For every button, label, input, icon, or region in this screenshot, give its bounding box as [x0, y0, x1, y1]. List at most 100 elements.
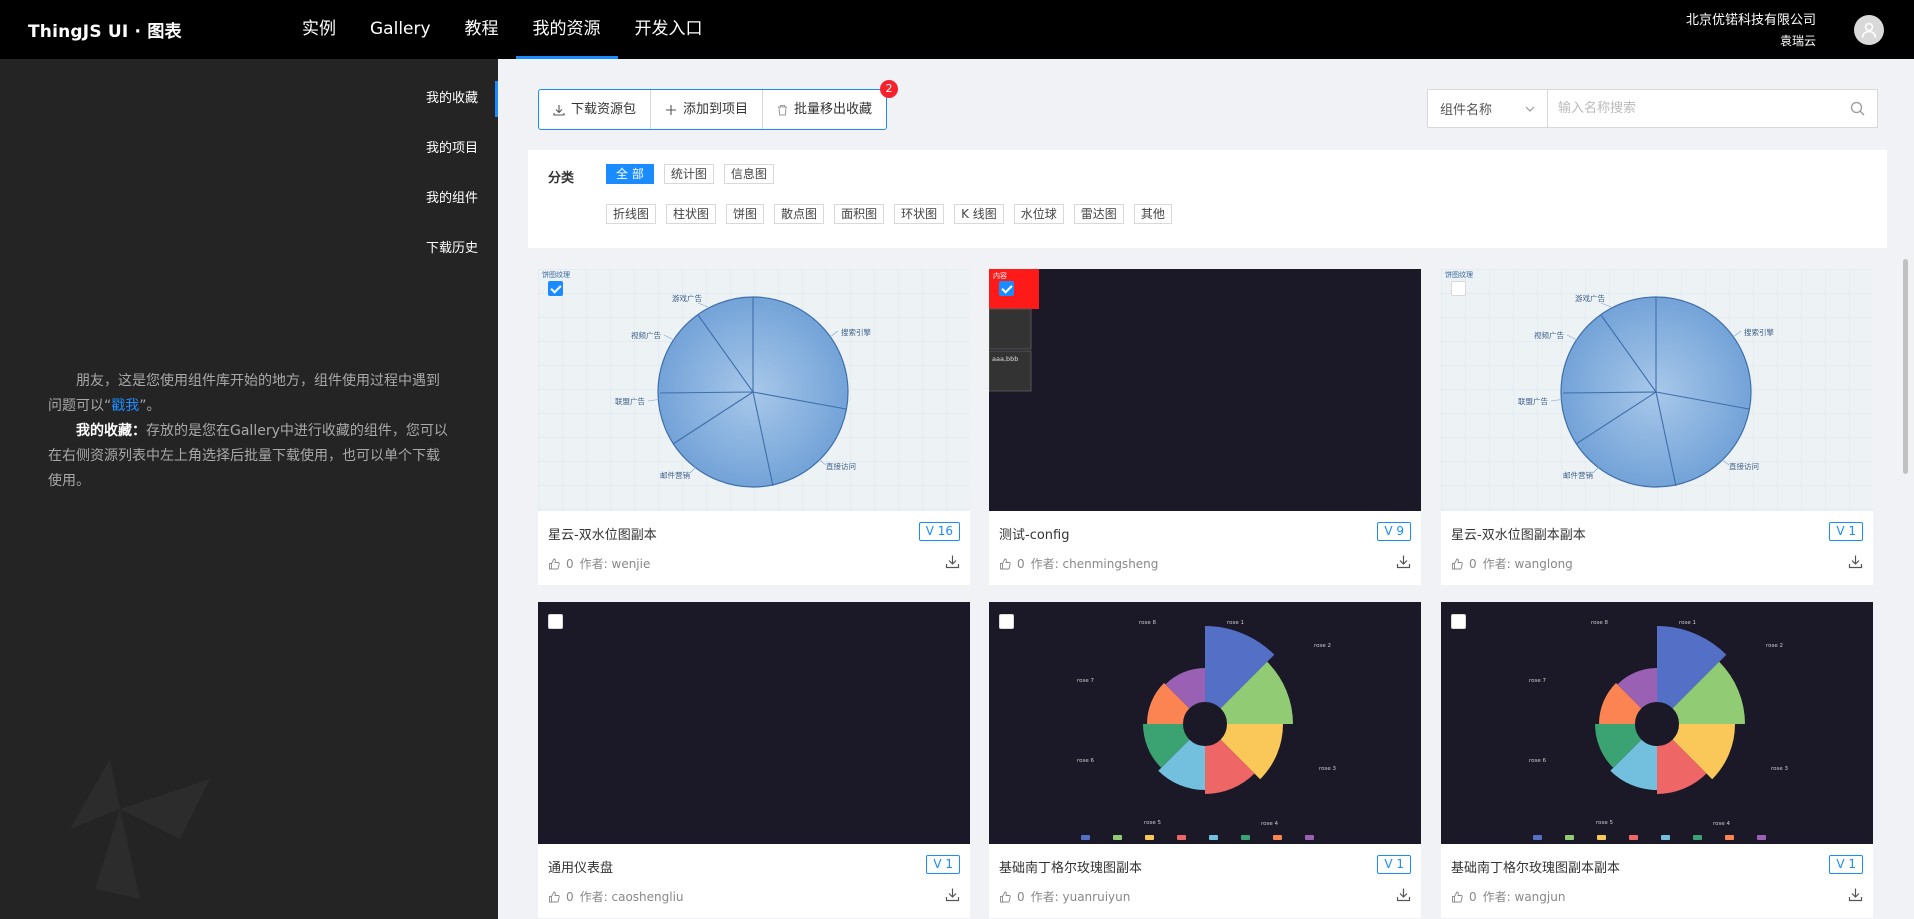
download-icon[interactable]: [1396, 887, 1411, 902]
batch-remove-favorites-button[interactable]: 批量移出收藏 2: [763, 80, 899, 129]
nav-item-my-resources[interactable]: 我的资源: [515, 0, 618, 59]
card-meta: 0 作者: chenmingsheng: [999, 555, 1158, 572]
svg-text:rose 6: rose 6: [1529, 758, 1547, 764]
avatar[interactable]: [1854, 15, 1884, 45]
card-thumbnail[interactable]: rose 1 rose 2 rose 3 rose 4 rose 5 rose 6 rose…: [989, 602, 1421, 844]
nav-item-dev-portal[interactable]: 开发入口: [618, 0, 720, 59]
sidebar-item-favorites[interactable]: 我的收藏: [298, 79, 498, 129]
resource-card[interactable]: rose 1 rose 2 rose 3 rose 4 rose 5 rose 6 rose…: [1441, 602, 1873, 918]
sub-tag[interactable]: 环状图: [894, 204, 945, 224]
sidebar-item-download-history[interactable]: 下载历史: [298, 229, 498, 279]
svg-text:rose 5: rose 5: [1596, 820, 1614, 826]
like-icon[interactable]: [999, 891, 1011, 903]
resource-card[interactable]: 内容 aaa,bbb 测试-config V 9 0 作者: chenmings…: [989, 269, 1421, 585]
nav-item-examples[interactable]: 实例: [285, 0, 353, 59]
svg-text:邮件营销: 邮件营销: [660, 470, 690, 480]
card-thumbnail[interactable]: 内容 aaa,bbb: [989, 269, 1421, 511]
sub-tag[interactable]: 柱状图: [666, 204, 717, 224]
resource-card[interactable]: 通用仪表盘 V 1 0 作者: caoshengliu: [538, 602, 970, 918]
svg-text:rose 2: rose 2: [1766, 643, 1783, 649]
like-icon[interactable]: [999, 558, 1011, 570]
user-name: 袁瑞云: [1779, 34, 1816, 48]
card-title[interactable]: 星云-双水位图副本副本: [1451, 524, 1586, 543]
sub-tag[interactable]: 雷达图: [1073, 204, 1124, 224]
sub-tag[interactable]: 面积图: [834, 204, 885, 224]
search-button[interactable]: [1837, 90, 1877, 127]
resource-card[interactable]: 饼图纹理 游戏广告 搜索引擎 视频广告 联盟广告 邮件营销 直接访问 星云-双水…: [1441, 269, 1873, 585]
filter-label: 分类: [548, 171, 575, 186]
account-info[interactable]: 北京优锘科技有限公司 袁瑞云: [1686, 9, 1816, 49]
resource-card[interactable]: rose 1 rose 2 rose 3 rose 4 rose 5 rose 6 rose…: [989, 602, 1421, 918]
sidebar-item-components[interactable]: 我的组件: [298, 179, 498, 229]
contact-link[interactable]: 戳我: [111, 398, 139, 414]
main-tag[interactable]: 统计图: [663, 164, 714, 184]
search-input[interactable]: [1548, 90, 1837, 127]
nav-item-tutorial[interactable]: 教程: [448, 0, 516, 59]
filter-row-sub: 折线图 柱状图 饼图 散点图 面积图 环状图 K 线图 水位球 雷达图 其他: [606, 204, 1172, 224]
like-icon[interactable]: [1451, 891, 1463, 903]
like-icon[interactable]: [1451, 558, 1463, 570]
search-field-select[interactable]: 组件名称: [1428, 90, 1548, 127]
card-checkbox[interactable]: [548, 281, 563, 296]
user-icon: [1861, 22, 1877, 38]
rose-chart-thumbnail: rose 1 rose 2 rose 3 rose 4 rose 5 rose 6 rose…: [1441, 602, 1873, 844]
batch-toolbar: 下载资源包 添加到项目 批量移出收藏 2: [538, 80, 899, 130]
card-meta: 0 作者: yuanruiyun: [999, 888, 1130, 905]
sub-tag[interactable]: 折线图: [606, 204, 657, 224]
card-checkbox[interactable]: [999, 281, 1014, 296]
card-title[interactable]: 基础南丁格尔玫瑰图副本副本: [1451, 857, 1620, 876]
scrollbar-thumb[interactable]: [1903, 259, 1908, 474]
svg-text:rose 1: rose 1: [1227, 620, 1244, 626]
version-badge: V 9: [1377, 522, 1411, 541]
sub-tag[interactable]: K 线图: [954, 204, 1004, 224]
card-checkbox[interactable]: [1451, 281, 1466, 296]
svg-text:rose 2: rose 2: [1314, 643, 1331, 649]
version-badge: V 16: [918, 522, 960, 541]
card-checkbox[interactable]: [548, 614, 563, 629]
download-icon[interactable]: [945, 554, 960, 569]
download-icon[interactable]: [1848, 554, 1863, 569]
version-badge: V 1: [1829, 855, 1863, 874]
sub-tag[interactable]: 其他: [1133, 204, 1172, 224]
card-title[interactable]: 基础南丁格尔玫瑰图副本: [999, 857, 1142, 876]
add-to-project-button[interactable]: 添加到项目: [651, 90, 764, 129]
sub-tag[interactable]: 饼图: [726, 204, 765, 224]
svg-text:视频广告: 视频广告: [631, 330, 661, 340]
card-thumbnail[interactable]: rose 1 rose 2 rose 3 rose 4 rose 5 rose 6 rose…: [1441, 602, 1873, 844]
logo[interactable]: ThingJS UI · 图表: [28, 17, 182, 42]
windmill-watermark: [70, 759, 210, 899]
pie-chart-thumbnail: 饼图纹理 游戏广告 搜索引擎 视频广告 联盟广告 邮件营销 直接访问: [1441, 269, 1873, 511]
svg-text:直接访问: 直接访问: [1729, 461, 1759, 471]
version-badge: V 1: [1377, 855, 1411, 874]
download-icon[interactable]: [945, 887, 960, 902]
card-title[interactable]: 星云-双水位图副本: [548, 524, 657, 543]
download-package-button[interactable]: 下载资源包: [539, 90, 652, 129]
main-tag[interactable]: 全 部: [606, 164, 654, 184]
sidebar-item-projects[interactable]: 我的项目: [298, 129, 498, 179]
card-meta: 0 作者: wangjun: [1451, 888, 1565, 905]
like-count: 0: [1469, 556, 1477, 571]
nav-item-gallery[interactable]: Gallery: [353, 0, 448, 59]
like-icon[interactable]: [548, 558, 560, 570]
download-icon[interactable]: [1848, 887, 1863, 902]
card-thumbnail[interactable]: [538, 602, 970, 844]
resource-card[interactable]: 饼图纹理 游戏广告 搜索引擎 视频广告 联盟广告 邮件营销 直接访问 星云-双水…: [538, 269, 970, 585]
like-icon[interactable]: [548, 891, 560, 903]
download-icon[interactable]: [1396, 554, 1411, 569]
company-name: 北京优锘科技有限公司: [1685, 13, 1816, 28]
sub-tag[interactable]: 散点图: [774, 204, 825, 224]
author: 作者: wenjie: [579, 557, 651, 571]
card-thumbnail[interactable]: 饼图纹理 游戏广告 搜索引擎 视频广告 联盟广告 邮件营销 直接访问: [538, 269, 970, 511]
search-bar: 组件名称: [1427, 89, 1878, 128]
svg-text:游戏广告: 游戏广告: [672, 293, 702, 303]
card-checkbox[interactable]: [1451, 614, 1466, 629]
card-title[interactable]: 通用仪表盘: [548, 857, 613, 876]
main-tag[interactable]: 信息图: [723, 164, 774, 184]
card-thumbnail[interactable]: 饼图纹理 游戏广告 搜索引擎 视频广告 联盟广告 邮件营销 直接访问: [1441, 269, 1873, 511]
card-checkbox[interactable]: [999, 614, 1014, 629]
svg-text:rose 3: rose 3: [1771, 766, 1789, 772]
card-title[interactable]: 测试-config: [999, 524, 1069, 543]
intro-paragraph-2: 我的收藏：存放的是您在Gallery中进行收藏的组件，您可以在右侧资源列表中左上…: [48, 423, 448, 489]
sub-tag[interactable]: 水位球: [1013, 204, 1064, 224]
main-content: 下载资源包 添加到项目 批量移出收藏 2 组件名称 分类 全 部统计图信息图 折…: [498, 59, 1914, 919]
